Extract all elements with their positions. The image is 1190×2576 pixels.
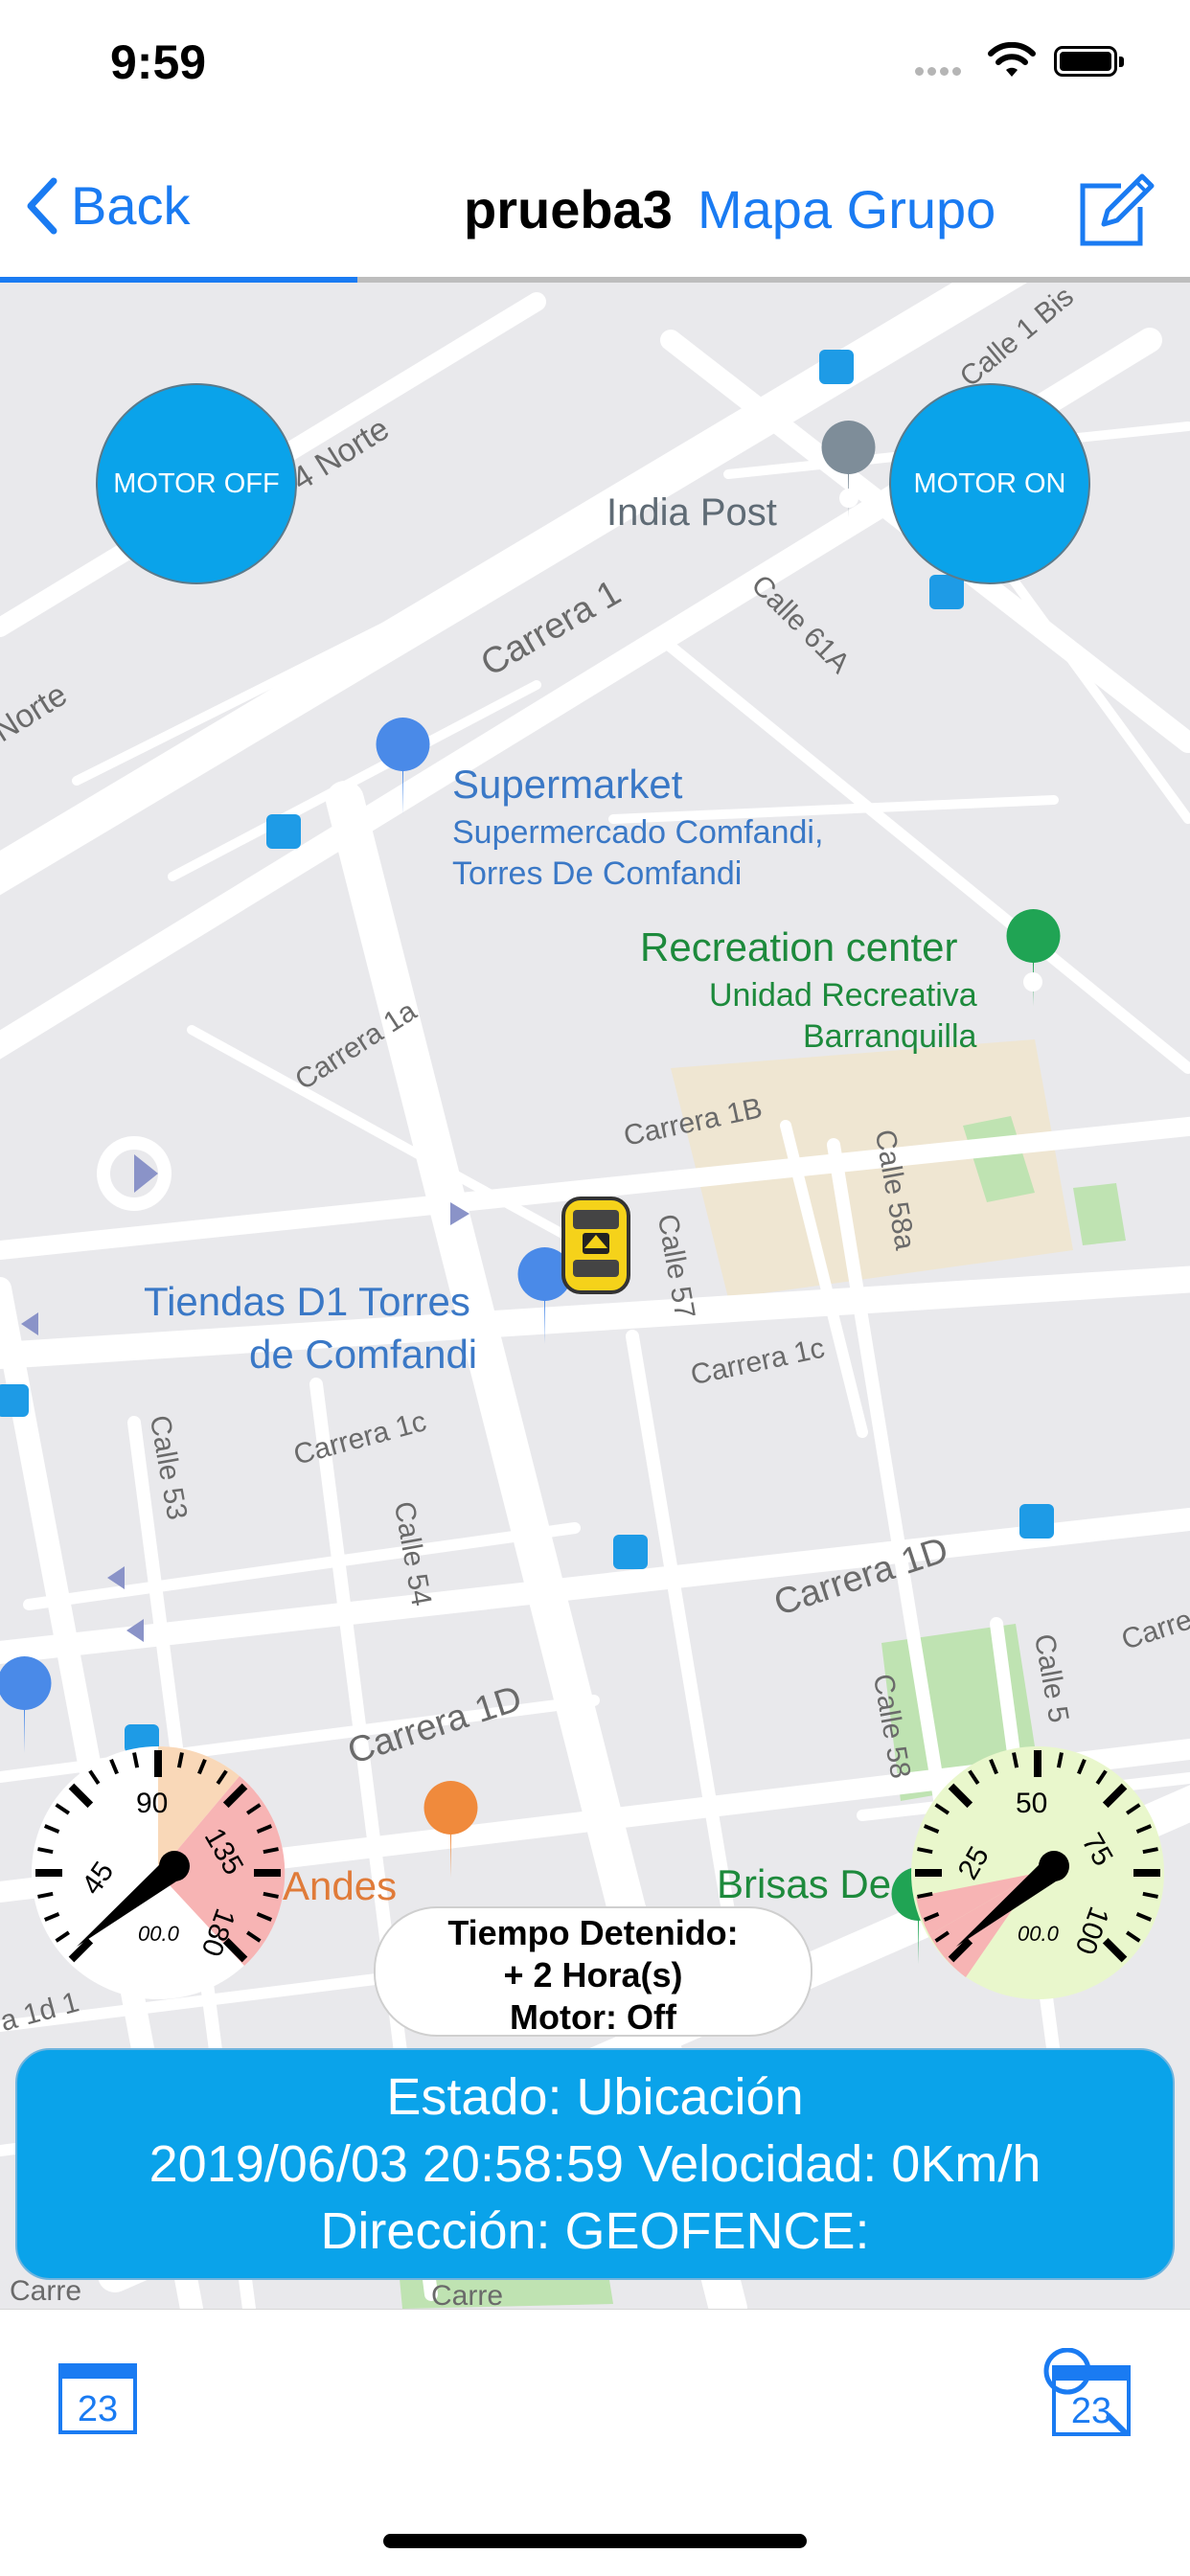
tiempo-duration: + 2 Hora(s) [503, 1955, 683, 1995]
cellular-signal-icon [915, 63, 965, 80]
battery-icon [1054, 46, 1124, 77]
back-label: Back [71, 175, 191, 236]
navigation-bar: Back prueba3 Mapa Grupo [0, 126, 1190, 280]
motor-on-button[interactable]: MOTOR ON [889, 383, 1090, 584]
gauge-tick-label: 50 [1016, 1788, 1048, 1819]
street-label: Carre [10, 2275, 82, 2307]
poi-tiendas-d1[interactable]: Tiendas D1 Torres [144, 1279, 470, 1325]
gauge-tick-label: 90 [136, 1788, 169, 1819]
poi-recreation-name-2: Barranquilla [803, 1018, 977, 1055]
estado-info-box: Estado: Ubicación 2019/06/03 20:58:59 Ve… [15, 2048, 1175, 2280]
poi-supermarket-title[interactable]: Supermarket [452, 762, 682, 808]
motor-off-button[interactable]: MOTOR OFF [96, 383, 297, 584]
map-view[interactable]: Norte 4 Norte Carrera 1 Calle 61A Calle … [0, 283, 1190, 2309]
status-bar: 9:59 [0, 0, 1190, 126]
calendar-day-label: 23 [78, 2389, 118, 2429]
calendar-search-icon[interactable]: 23 [1041, 2348, 1133, 2440]
tiempo-title: Tiempo Detenido: [447, 1913, 739, 1952]
poi-brisas[interactable]: Brisas De [717, 1861, 891, 1907]
timestamp-speed: 2019/06/03 20:58:59 Velocidad: 0Km/h [149, 2135, 1041, 2193]
poi-andes[interactable]: Andes [283, 1863, 397, 1909]
home-indicator [383, 2534, 807, 2548]
poi-recreation-title[interactable]: Recreation center [640, 924, 958, 970]
poi-supermarket-name: Supermercado Comfandi, [452, 814, 824, 851]
gauge-readout: 00.0 [138, 1922, 179, 1946]
gauge-readout: 00.0 [1018, 1922, 1059, 1946]
tiempo-detenido-box: Tiempo Detenido: + 2 Hora(s) Motor: Off [374, 1906, 812, 2037]
street-label: Carre [431, 2280, 504, 2309]
page-title: prueba3 [464, 179, 673, 239]
speed-gauge-left: 45 90 135 180 00.0 [29, 1744, 287, 2002]
speed-gauge-right: 25 50 75 100 00.0 [908, 1744, 1167, 2002]
chevron-left-icon [27, 177, 57, 234]
poi-supermarket-name-2: Torres De Comfandi [452, 855, 743, 892]
direccion-label: Dirección: GEOFENCE: [320, 2202, 870, 2260]
edit-icon[interactable] [1077, 172, 1156, 249]
back-button[interactable]: Back [25, 174, 191, 237]
mapa-grupo-button[interactable]: Mapa Grupo [698, 178, 995, 240]
status-time: 9:59 [110, 35, 207, 89]
motor-status: Motor: Off [510, 1997, 676, 2037]
poi-tiendas-d1-2: de Comfandi [249, 1332, 478, 1377]
poi-recreation-name: Unidad Recreativa [709, 977, 977, 1014]
taxi-vehicle-icon[interactable] [558, 1193, 634, 1298]
estado-label: Estado: Ubicación [386, 2068, 804, 2126]
calendar-day-label: 23 [1071, 2391, 1111, 2431]
wifi-icon [988, 42, 1036, 77]
poi-india-post[interactable]: India Post [606, 491, 777, 535]
calendar-icon[interactable]: 23 [57, 2356, 138, 2436]
